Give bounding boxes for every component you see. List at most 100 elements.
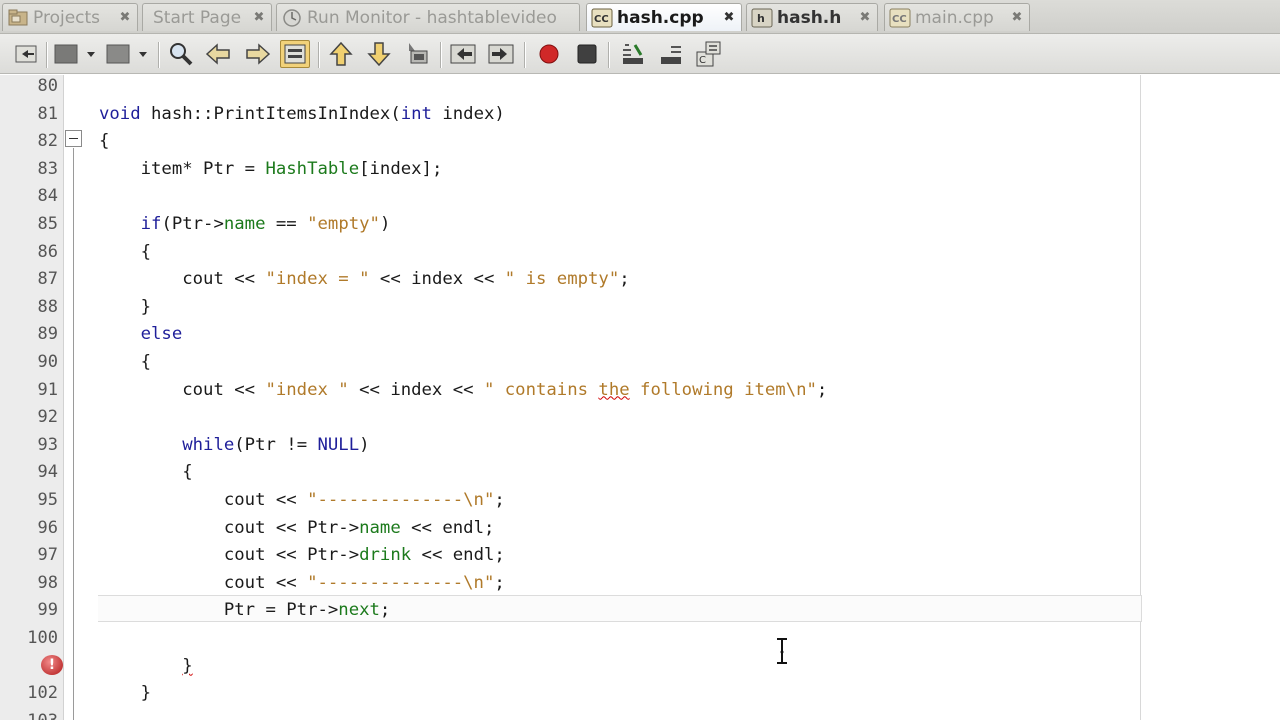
code-line[interactable]: 97 cout << Ptr->drink << endl; [0, 541, 1140, 569]
line-number: 100 [27, 628, 58, 648]
text-cursor-icon [777, 638, 787, 664]
code-line[interactable]: 96 cout << Ptr->name << endl; [0, 514, 1140, 542]
find-icon[interactable] [166, 40, 196, 68]
line-number: 103 [0, 707, 58, 720]
code-line[interactable]: 93 while(Ptr != NULL) [0, 431, 1140, 459]
code-text: cout << "index = " << index << " is empt… [99, 269, 630, 290]
cpp-file-icon: CC [591, 8, 613, 28]
code-line[interactable]: 81 void hash::PrintItemsInIndex(int index… [0, 100, 1140, 128]
code-text: cout << "--------------\n"; [99, 490, 505, 510]
svg-text:h: h [757, 12, 765, 25]
tab-label: hash.cpp [617, 7, 704, 28]
code-line[interactable]: 89 else [0, 320, 1140, 348]
line-number: 94 [37, 462, 58, 483]
code-line[interactable]: 102 } [0, 679, 1140, 707]
line-number: 92 [37, 407, 58, 428]
code-text: else [140, 324, 183, 345]
line-number: 99 [37, 600, 58, 621]
code-text: void hash::PrintItemsInIndex(int index) [99, 103, 505, 124]
code-line[interactable]: 95 cout << "--------------\n"; [0, 486, 1140, 514]
tab-label: Run Monitor - hashtablevideo [307, 7, 557, 28]
line-number: 85 [37, 214, 58, 234]
toolbar-separator [158, 42, 160, 68]
code-text: item* Ptr = HashTable[index]; [99, 158, 443, 179]
error-breakpoint-icon[interactable] [41, 655, 63, 675]
comment-icon[interactable] [618, 40, 648, 68]
line-number: 97 [37, 545, 58, 566]
toggle-bookmark-icon[interactable] [402, 40, 432, 68]
tab-hash-h[interactable]: h hash.h ✖ [746, 3, 878, 31]
find-next-icon[interactable] [242, 40, 272, 68]
line-number: 98 [37, 572, 58, 593]
stop-macro-icon[interactable] [572, 40, 602, 68]
cpp-file-icon: CC [889, 8, 911, 28]
tab-label: Projects [33, 7, 101, 28]
shift-left-icon[interactable] [448, 40, 478, 68]
line-number: 88 [37, 296, 58, 317]
code-line[interactable]: 88 } [0, 293, 1140, 321]
next-bookmark-icon[interactable] [364, 40, 394, 68]
code-text: } [182, 655, 193, 676]
line-number: 89 [37, 324, 58, 345]
code-text: cout << Ptr->name << endl; [99, 517, 495, 538]
back-icon[interactable] [12, 40, 42, 68]
format-icon[interactable]: C [694, 40, 724, 68]
code-line[interactable]: 87 cout << "index = " << index << " is e… [0, 265, 1140, 293]
tab-projects[interactable]: Projects ✖ [2, 3, 138, 31]
code-line[interactable]: 99 Ptr = Ptr->next; [0, 596, 1140, 624]
projects-icon [7, 8, 29, 28]
code-text: { [99, 462, 193, 483]
uncomment-icon[interactable] [656, 40, 686, 68]
code-line[interactable]: 80 [0, 72, 1140, 100]
close-icon[interactable]: ✖ [117, 10, 133, 26]
code-line[interactable]: 85 if(Ptr->name == "empty") [0, 210, 1140, 238]
line-number: 96 [37, 517, 58, 538]
line-number: 87 [37, 269, 58, 290]
toolbar-separator [524, 42, 526, 68]
code-line[interactable]: 103 [0, 707, 1140, 720]
code-line[interactable]: 90 { [0, 348, 1140, 376]
code-line[interactable]: 92 [0, 403, 1140, 431]
tab-start-page[interactable]: Start Page ✖ [142, 3, 272, 31]
toggle-highlight-icon[interactable] [280, 40, 310, 68]
svg-text:C: C [699, 55, 706, 66]
svg-text:CC: CC [892, 14, 907, 25]
tab-run-monitor[interactable]: Run Monitor - hashtablevideo [276, 3, 580, 31]
code-line[interactable]: 100 [0, 624, 1140, 652]
close-icon[interactable]: ✖ [251, 10, 267, 26]
code-text: } [99, 296, 152, 317]
tab-main-cpp[interactable]: CC main.cpp ✖ [884, 3, 1030, 31]
code-line[interactable]: 86 { [0, 238, 1140, 266]
code-line[interactable]: 91 cout << "index " << index << " contai… [0, 376, 1140, 404]
code-line[interactable]: 98 cout << "--------------\n"; [0, 569, 1140, 597]
close-icon[interactable]: ✖ [857, 10, 873, 26]
code-editor[interactable]: 8081 void hash::PrintItemsInIndex(int ind… [0, 75, 1280, 720]
close-icon[interactable]: ✖ [721, 10, 737, 26]
code-line[interactable]: 82 { [0, 127, 1140, 155]
code-text: cout << "--------------\n"; [99, 572, 505, 593]
toolbar-separator [46, 42, 48, 68]
tab-label: Start Page [153, 7, 242, 28]
record-macro-icon[interactable] [534, 40, 564, 68]
line-number: 95 [37, 490, 58, 510]
line-number: 80 [37, 76, 58, 96]
code-text: while(Ptr != NULL) [182, 434, 370, 455]
code-text: { [99, 352, 152, 372]
debug-icon[interactable] [104, 40, 150, 68]
toolbar-separator [318, 42, 320, 68]
code-line[interactable]: 84 [0, 182, 1140, 210]
shift-right-icon[interactable] [486, 40, 516, 68]
code-line[interactable]: } [0, 652, 1140, 680]
code-text: { [99, 241, 152, 262]
svg-text:CC: CC [594, 14, 609, 25]
run-icon[interactable] [52, 40, 98, 68]
code-text: cout << Ptr->drink << endl; [99, 545, 505, 566]
tab-hash-cpp[interactable]: CC hash.cpp ✖ [586, 3, 742, 31]
previous-bookmark-icon[interactable] [326, 40, 356, 68]
tab-label: main.cpp [915, 7, 994, 28]
code-line[interactable]: 94 { [0, 458, 1140, 486]
find-previous-icon[interactable] [204, 40, 234, 68]
close-icon[interactable]: ✖ [1009, 10, 1025, 26]
toolbar-separator [440, 42, 442, 68]
code-line[interactable]: 83 item* Ptr = HashTable[index]; [0, 155, 1140, 183]
